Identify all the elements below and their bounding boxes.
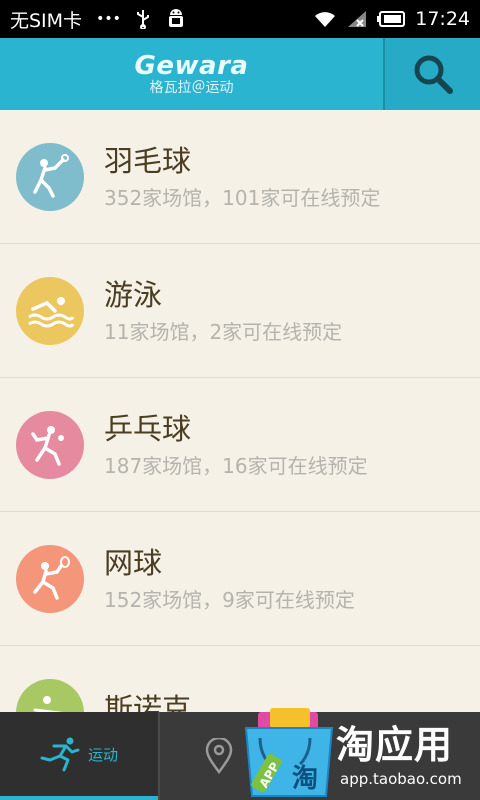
list-item-tennis[interactable]: 网球 152家场馆，9家可在线预定 [0, 512, 480, 646]
list-item-pingpong[interactable]: 乒乓球 187家场馆，16家可在线预定 [0, 378, 480, 512]
sport-name: 游泳 [104, 277, 163, 312]
sport-venue-count: 152家场馆，9家可在线预定 [104, 587, 355, 612]
clock: 17:24 [415, 8, 470, 30]
list-item-badminton[interactable]: 羽毛球 352家场馆，101家可在线预定 [0, 110, 480, 244]
search-button[interactable] [385, 38, 480, 110]
sport-name: 网球 [104, 545, 163, 580]
search-icon [414, 55, 453, 94]
promo-url: app.taobao.com [340, 770, 462, 788]
android-debug-icon [165, 8, 187, 30]
tennis-icon [16, 544, 84, 613]
swimming-icon [16, 276, 84, 345]
sports-list: 羽毛球 352家场馆，101家可在线预定 游泳 11家场馆，2家可在线预定 乒乓… [0, 110, 480, 712]
notification-dots: ••• [96, 11, 121, 27]
running-icon [40, 737, 80, 772]
status-bar: 无SIM卡 ••• 17:24 [0, 0, 480, 38]
tab-sport-label: 运动 [87, 745, 118, 764]
sport-venue-count: 187家场馆，16家可在线预定 [104, 453, 368, 478]
shopping-bag-icon [244, 708, 334, 797]
carrier-text: 无SIM卡 [10, 9, 83, 32]
snooker-icon [16, 678, 84, 712]
sport-venue-count: 11家场馆，2家可在线预定 [104, 319, 343, 344]
list-item-snooker[interactable]: 斯诺克 [0, 646, 480, 712]
badminton-icon [16, 142, 84, 211]
brand-logo: Gewara 格瓦拉＠运动 [0, 38, 385, 110]
sport-name: 斯诺克 [104, 691, 192, 713]
brand-subtitle: 格瓦拉＠运动 [149, 79, 234, 96]
promo-title: 淘应用 [336, 723, 454, 767]
sport-venue-count: 352家场馆，101家可在线预定 [104, 185, 381, 210]
signal-icon [347, 10, 367, 28]
pingpong-icon [16, 410, 84, 479]
location-pin-icon [205, 738, 233, 774]
app-header: Gewara 格瓦拉＠运动 [0, 38, 480, 110]
sport-name: 羽毛球 [104, 143, 192, 178]
battery-icon [377, 11, 406, 27]
wifi-icon [313, 10, 337, 28]
usb-icon [135, 9, 151, 29]
list-item-swimming[interactable]: 游泳 11家场馆，2家可在线预定 [0, 244, 480, 378]
bag-character: 淘 [292, 764, 319, 794]
brand-title: Gewara [134, 50, 249, 81]
taobao-app-promo[interactable]: APP 淘 淘应用 app.taobao.com [240, 708, 480, 800]
tab-sport[interactable]: 运动 [0, 712, 158, 800]
sport-name: 乒乓球 [104, 411, 192, 446]
